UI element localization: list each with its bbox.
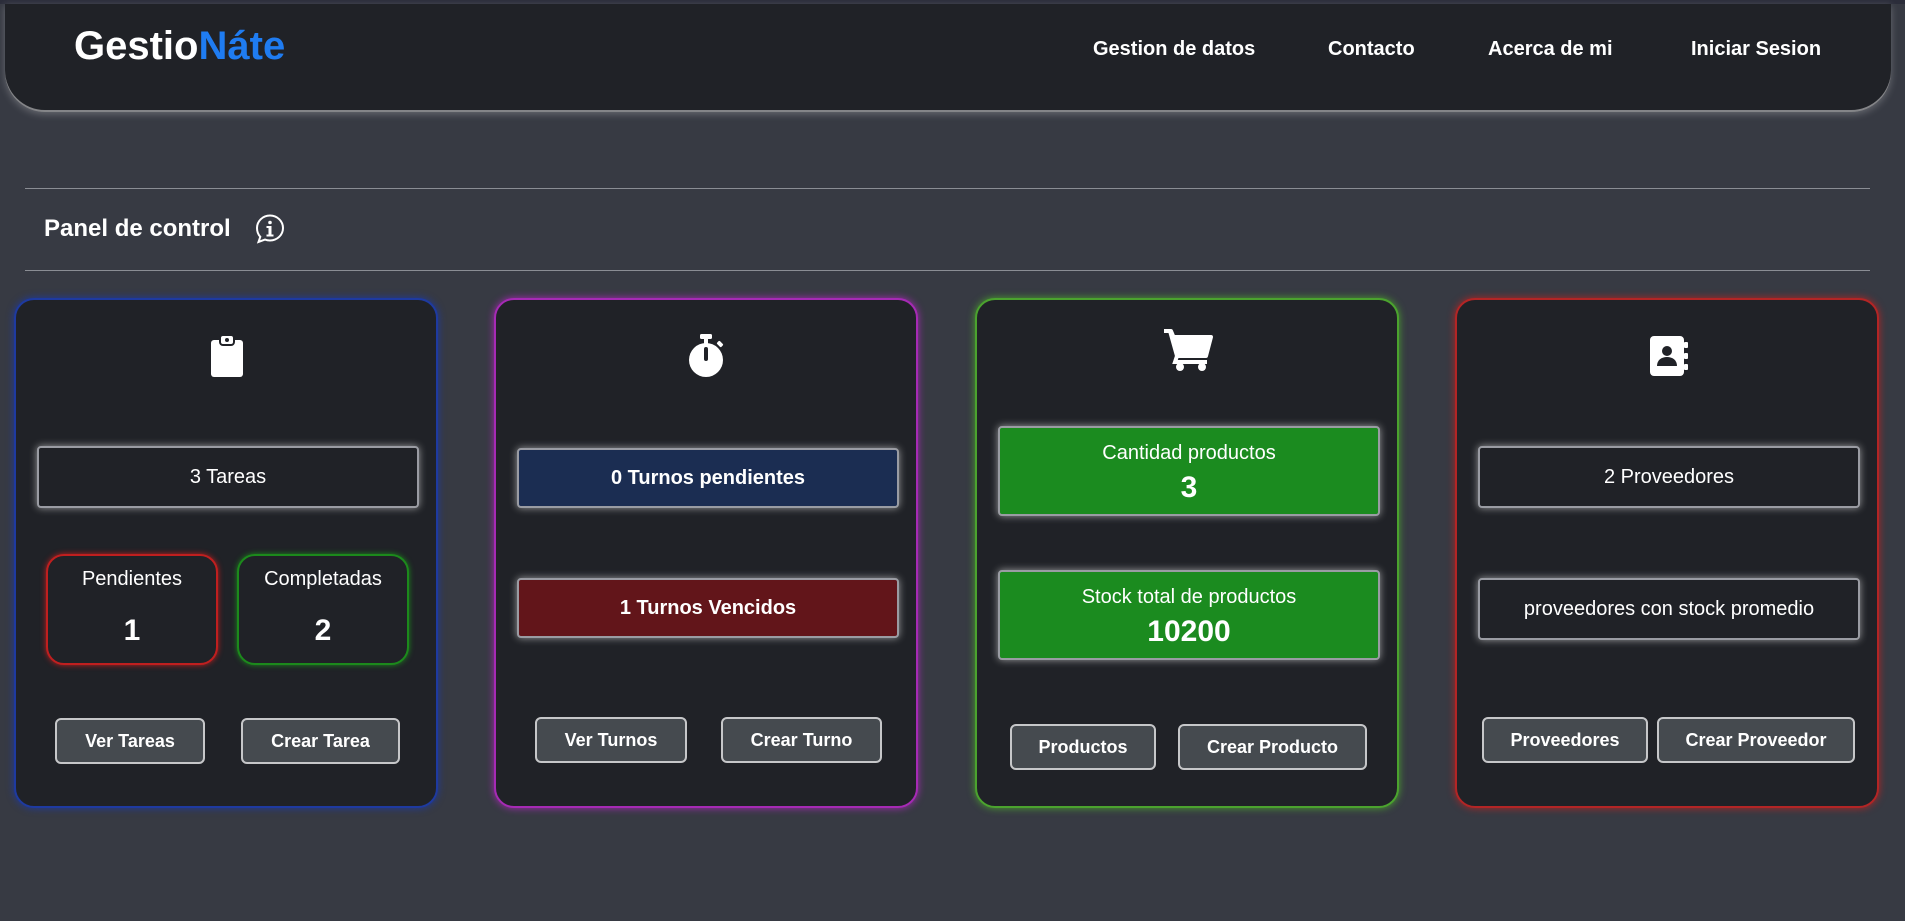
tasks-completed-label: Completadas bbox=[264, 568, 382, 590]
tasks-completed-box: Completadas 2 bbox=[237, 554, 409, 665]
products-count-label: Cantidad productos bbox=[1102, 442, 1276, 464]
nav-iniciar-sesion[interactable]: Iniciar Sesion bbox=[1691, 38, 1821, 61]
clipboard-icon bbox=[211, 334, 243, 377]
tasks-completed-value: 2 bbox=[314, 614, 332, 647]
view-appointments-button[interactable]: Ver Turnos bbox=[535, 717, 687, 763]
card-productos: Cantidad productos 3 Stock total de prod… bbox=[975, 298, 1399, 808]
brand-logo[interactable]: GestioNáte bbox=[74, 24, 285, 69]
divider-bottom bbox=[25, 270, 1870, 271]
nav-acerca-de-mi[interactable]: Acerca de mi bbox=[1488, 38, 1613, 61]
products-count-box: Cantidad productos 3 bbox=[998, 426, 1380, 516]
create-supplier-button[interactable]: Crear Proveedor bbox=[1657, 717, 1855, 763]
create-task-button[interactable]: Crear Tarea bbox=[241, 718, 400, 764]
card-proveedores: 2 Proveedores proveedores con stock prom… bbox=[1455, 298, 1879, 808]
view-tasks-button[interactable]: Ver Tareas bbox=[55, 718, 205, 764]
card-turnos: 0 Turnos pendientes 1 Turnos Vencidos Ve… bbox=[494, 298, 918, 808]
logo-text-part1: Gestio bbox=[74, 24, 199, 68]
view-products-button[interactable]: Productos bbox=[1010, 724, 1156, 770]
tasks-pending-label: Pendientes bbox=[81, 568, 183, 590]
cart-icon bbox=[1164, 329, 1213, 371]
appointments-pending: 0 Turnos pendientes bbox=[517, 448, 899, 508]
suppliers-total: 2 Proveedores bbox=[1478, 446, 1860, 508]
products-stock-label: Stock total de productos bbox=[1081, 586, 1297, 608]
contact-book-icon bbox=[1650, 336, 1688, 376]
nav-gestion-datos[interactable]: Gestion de datos bbox=[1093, 38, 1255, 61]
products-stock-value: 10200 bbox=[1147, 615, 1231, 648]
stopwatch-icon bbox=[689, 334, 724, 377]
view-suppliers-button[interactable]: Proveedores bbox=[1482, 717, 1648, 763]
navbar: GestioNáte Gestion de datos Contacto Ace… bbox=[5, 4, 1891, 112]
card-tareas: 3 Tareas Pendientes 1 Completadas 2 Ver … bbox=[14, 298, 438, 808]
logo-text-part2: Náte bbox=[198, 24, 286, 68]
tasks-pending-box: Pendientes 1 bbox=[46, 554, 218, 665]
info-chat-icon[interactable] bbox=[254, 213, 286, 245]
nav-contacto[interactable]: Contacto bbox=[1328, 38, 1415, 61]
products-stock-box: Stock total de productos 10200 bbox=[998, 570, 1380, 660]
suppliers-average-stock: proveedores con stock promedio bbox=[1478, 578, 1860, 640]
create-product-button[interactable]: Crear Producto bbox=[1178, 724, 1367, 770]
divider-top bbox=[25, 188, 1870, 189]
products-count-value: 3 bbox=[1180, 471, 1198, 504]
create-appointment-button[interactable]: Crear Turno bbox=[721, 717, 882, 763]
tasks-total: 3 Tareas bbox=[37, 446, 419, 508]
page-title: Panel de control bbox=[44, 215, 231, 242]
tasks-pending-value: 1 bbox=[123, 614, 141, 647]
appointments-expired: 1 Turnos Vencidos bbox=[517, 578, 899, 638]
